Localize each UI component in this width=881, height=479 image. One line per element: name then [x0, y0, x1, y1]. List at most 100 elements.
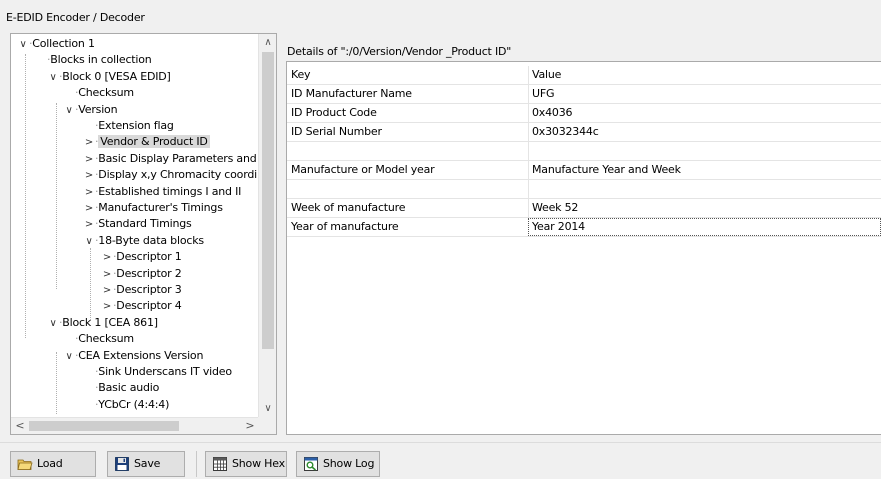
- tree-item-label: Checksum: [78, 332, 134, 346]
- log-viewer-icon: [304, 457, 318, 471]
- tree-view[interactable]: ∨ ·Collection 1 ·Blocks in collection ∨ ·Blo…: [11, 34, 259, 418]
- tree-item-label: 18-Byte data blocks: [98, 233, 204, 247]
- tree-item-label: Descriptor 2: [116, 266, 182, 280]
- table-row[interactable]: Year of manufacture Year 2014: [287, 218, 881, 237]
- chevron-right-icon[interactable]: >: [101, 250, 113, 266]
- chevron-down-icon[interactable]: ∨: [63, 349, 75, 365]
- tree-item-basic-display-parameters-and-f[interactable]: > ·Basic Display Parameters and F: [83, 151, 259, 167]
- value-cell[interactable]: 0x3032344c: [532, 123, 599, 141]
- tree-item-vendor-product-id[interactable]: > · Vendor & Product ID: [83, 134, 210, 150]
- show-log-button[interactable]: Show Log: [296, 451, 380, 477]
- scrollbar-corner: [258, 417, 276, 434]
- value-cell[interactable]: Manufacture Year and Week: [532, 161, 681, 179]
- details-title: Details of ":/0/Version/Vendor _Product …: [287, 45, 512, 58]
- chevron-down-icon[interactable]: ∨: [47, 70, 59, 86]
- tree-item-ycbcr-4-4-4[interactable]: ·YCbCr (4:4:4): [83, 397, 169, 413]
- tree-guide-line: [56, 352, 57, 414]
- tree-item-established-timings-i-and-ii[interactable]: > ·Established timings I and II: [83, 184, 242, 201]
- save-button[interactable]: Save: [107, 451, 185, 477]
- tree-item-label: Block 0 [VESA EDID]: [62, 69, 171, 83]
- key-cell: Year of manufacture: [291, 220, 399, 233]
- value-cell[interactable]: 0x4036: [532, 104, 573, 122]
- chevron-right-icon[interactable]: >: [101, 283, 113, 299]
- scroll-down-icon[interactable]: ∨: [259, 401, 277, 417]
- key-cell: ID Serial Number: [291, 125, 382, 138]
- value-cell[interactable]: UFG: [532, 85, 555, 103]
- tree-item-cea-extensions-version[interactable]: ∨ ·CEA Extensions Version: [63, 348, 203, 364]
- tree-item-display-x-y-chromacity-coordin[interactable]: > ·Display x,y Chromacity coordin: [83, 167, 259, 183]
- scroll-up-icon[interactable]: ∧: [259, 35, 277, 51]
- value-cell-border[interactable]: [528, 142, 881, 161]
- tree-item-label: Collection 1: [32, 37, 95, 50]
- tree-item-extension-flag[interactable]: ·Extension flag: [83, 118, 174, 134]
- tree-item-basic-audio[interactable]: ·Basic audio: [83, 380, 159, 396]
- key-cell: Manufacture or Model year: [291, 163, 435, 176]
- tree-item-manufacturer-s-timings[interactable]: > ·Manufacturer's Timings: [83, 200, 223, 216]
- tree-item-label: Established timings I and II: [98, 184, 242, 198]
- value-cell[interactable]: Year 2014: [532, 218, 585, 236]
- tree-item-label: Descriptor 4: [116, 299, 182, 313]
- tree-item-checksum[interactable]: ·Checksum: [63, 85, 134, 101]
- chevron-right-icon[interactable]: >: [101, 299, 113, 315]
- key-cell: ID Manufacturer Name: [291, 87, 412, 100]
- tree-item-label: Extension flag: [98, 119, 174, 132]
- load-button[interactable]: Load: [10, 451, 96, 477]
- show-hex-button[interactable]: Show Hex: [205, 451, 287, 477]
- chevron-right-icon[interactable]: >: [83, 217, 95, 233]
- tree-item-collection-1[interactable]: ∨ ·Collection 1: [17, 36, 95, 52]
- chevron-right-icon[interactable]: >: [83, 185, 95, 201]
- table-row[interactable]: ID Manufacturer Name UFG: [287, 85, 881, 104]
- value-cell-border[interactable]: [528, 199, 881, 218]
- tree-item-block-1-cea-861[interactable]: ∨ ·Block 1 [CEA 861]: [47, 315, 158, 331]
- chevron-down-icon[interactable]: ∨: [83, 234, 95, 250]
- chevron-right-icon[interactable]: >: [83, 152, 95, 168]
- floppy-disk-icon: [115, 457, 129, 471]
- tree-item-label: Standard Timings: [98, 217, 192, 231]
- tree-item-standard-timings[interactable]: > ·Standard Timings: [83, 216, 192, 232]
- load-label: Load: [37, 457, 63, 470]
- table-row[interactable]: ID Serial Number 0x3032344c: [287, 123, 881, 142]
- value-cell[interactable]: Week 52: [532, 199, 578, 217]
- details-grid[interactable]: Key Value ID Manufacturer Name UFG ID Prod…: [286, 61, 881, 435]
- tree-item-label: YCbCr (4:4:4): [98, 397, 170, 411]
- value-column-divider: [528, 66, 881, 85]
- table-row[interactable]: [287, 142, 881, 161]
- tree-item-checksum[interactable]: ·Checksum: [63, 331, 134, 347]
- chevron-down-icon[interactable]: ∨: [17, 37, 29, 53]
- key-cell: Week of manufacture: [291, 201, 406, 214]
- tree-item-18-byte-data-blocks[interactable]: ∨ ·18-Byte data blocks: [83, 233, 204, 249]
- tree-item-sink-underscans-it-video[interactable]: ·Sink Underscans IT video: [83, 364, 232, 380]
- value-cell-border[interactable]: [528, 104, 881, 123]
- scrollbar-thumb[interactable]: [262, 52, 274, 349]
- scrollbar-thumb[interactable]: [29, 421, 179, 431]
- tree-item-descriptor-1[interactable]: > ·Descriptor 1: [101, 249, 182, 265]
- value-cell-border[interactable]: [528, 180, 881, 199]
- chevron-right-icon[interactable]: >: [83, 201, 95, 217]
- table-row[interactable]: Week of manufacture Week 52: [287, 199, 881, 218]
- scroll-left-icon[interactable]: <: [12, 418, 28, 434]
- value-cell-border[interactable]: [528, 85, 881, 104]
- chevron-down-icon[interactable]: ∨: [47, 316, 59, 332]
- show-log-label: Show Log: [323, 457, 375, 470]
- tree-item-block-0-vesa-edid[interactable]: ∨ ·Block 0 [VESA EDID]: [47, 69, 171, 86]
- table-row[interactable]: Manufacture or Model year Manufacture Yea…: [287, 161, 881, 180]
- chevron-right-icon[interactable]: >: [101, 267, 113, 283]
- tree-item-blocks-in-collection[interactable]: ·Blocks in collection: [35, 52, 152, 68]
- table-row[interactable]: [287, 180, 881, 199]
- chevron-right-icon[interactable]: >: [83, 135, 95, 151]
- tree-item-version[interactable]: ∨ ·Version: [63, 102, 117, 118]
- tree-item-label: Blocks in collection: [50, 53, 152, 67]
- key-column-header[interactable]: Key: [291, 66, 311, 84]
- tree-item-descriptor-2[interactable]: > ·Descriptor 2: [101, 266, 182, 282]
- table-row[interactable]: ID Product Code 0x4036: [287, 104, 881, 123]
- tree-item-label: Block 1 [CEA 861]: [62, 315, 158, 329]
- chevron-down-icon[interactable]: ∨: [63, 103, 75, 119]
- value-column-header[interactable]: Value: [532, 66, 561, 84]
- tree-horizontal-scrollbar[interactable]: < >: [11, 417, 259, 434]
- scroll-right-icon[interactable]: >: [242, 418, 258, 434]
- tree-item-label: Sink Underscans IT video: [98, 365, 232, 378]
- tree-item-descriptor-4[interactable]: > ·Descriptor 4: [101, 298, 182, 314]
- chevron-right-icon[interactable]: >: [83, 168, 95, 184]
- tree-vertical-scrollbar[interactable]: ∧ ∨: [258, 34, 276, 418]
- tree-item-descriptor-3[interactable]: > ·Descriptor 3: [101, 282, 182, 298]
